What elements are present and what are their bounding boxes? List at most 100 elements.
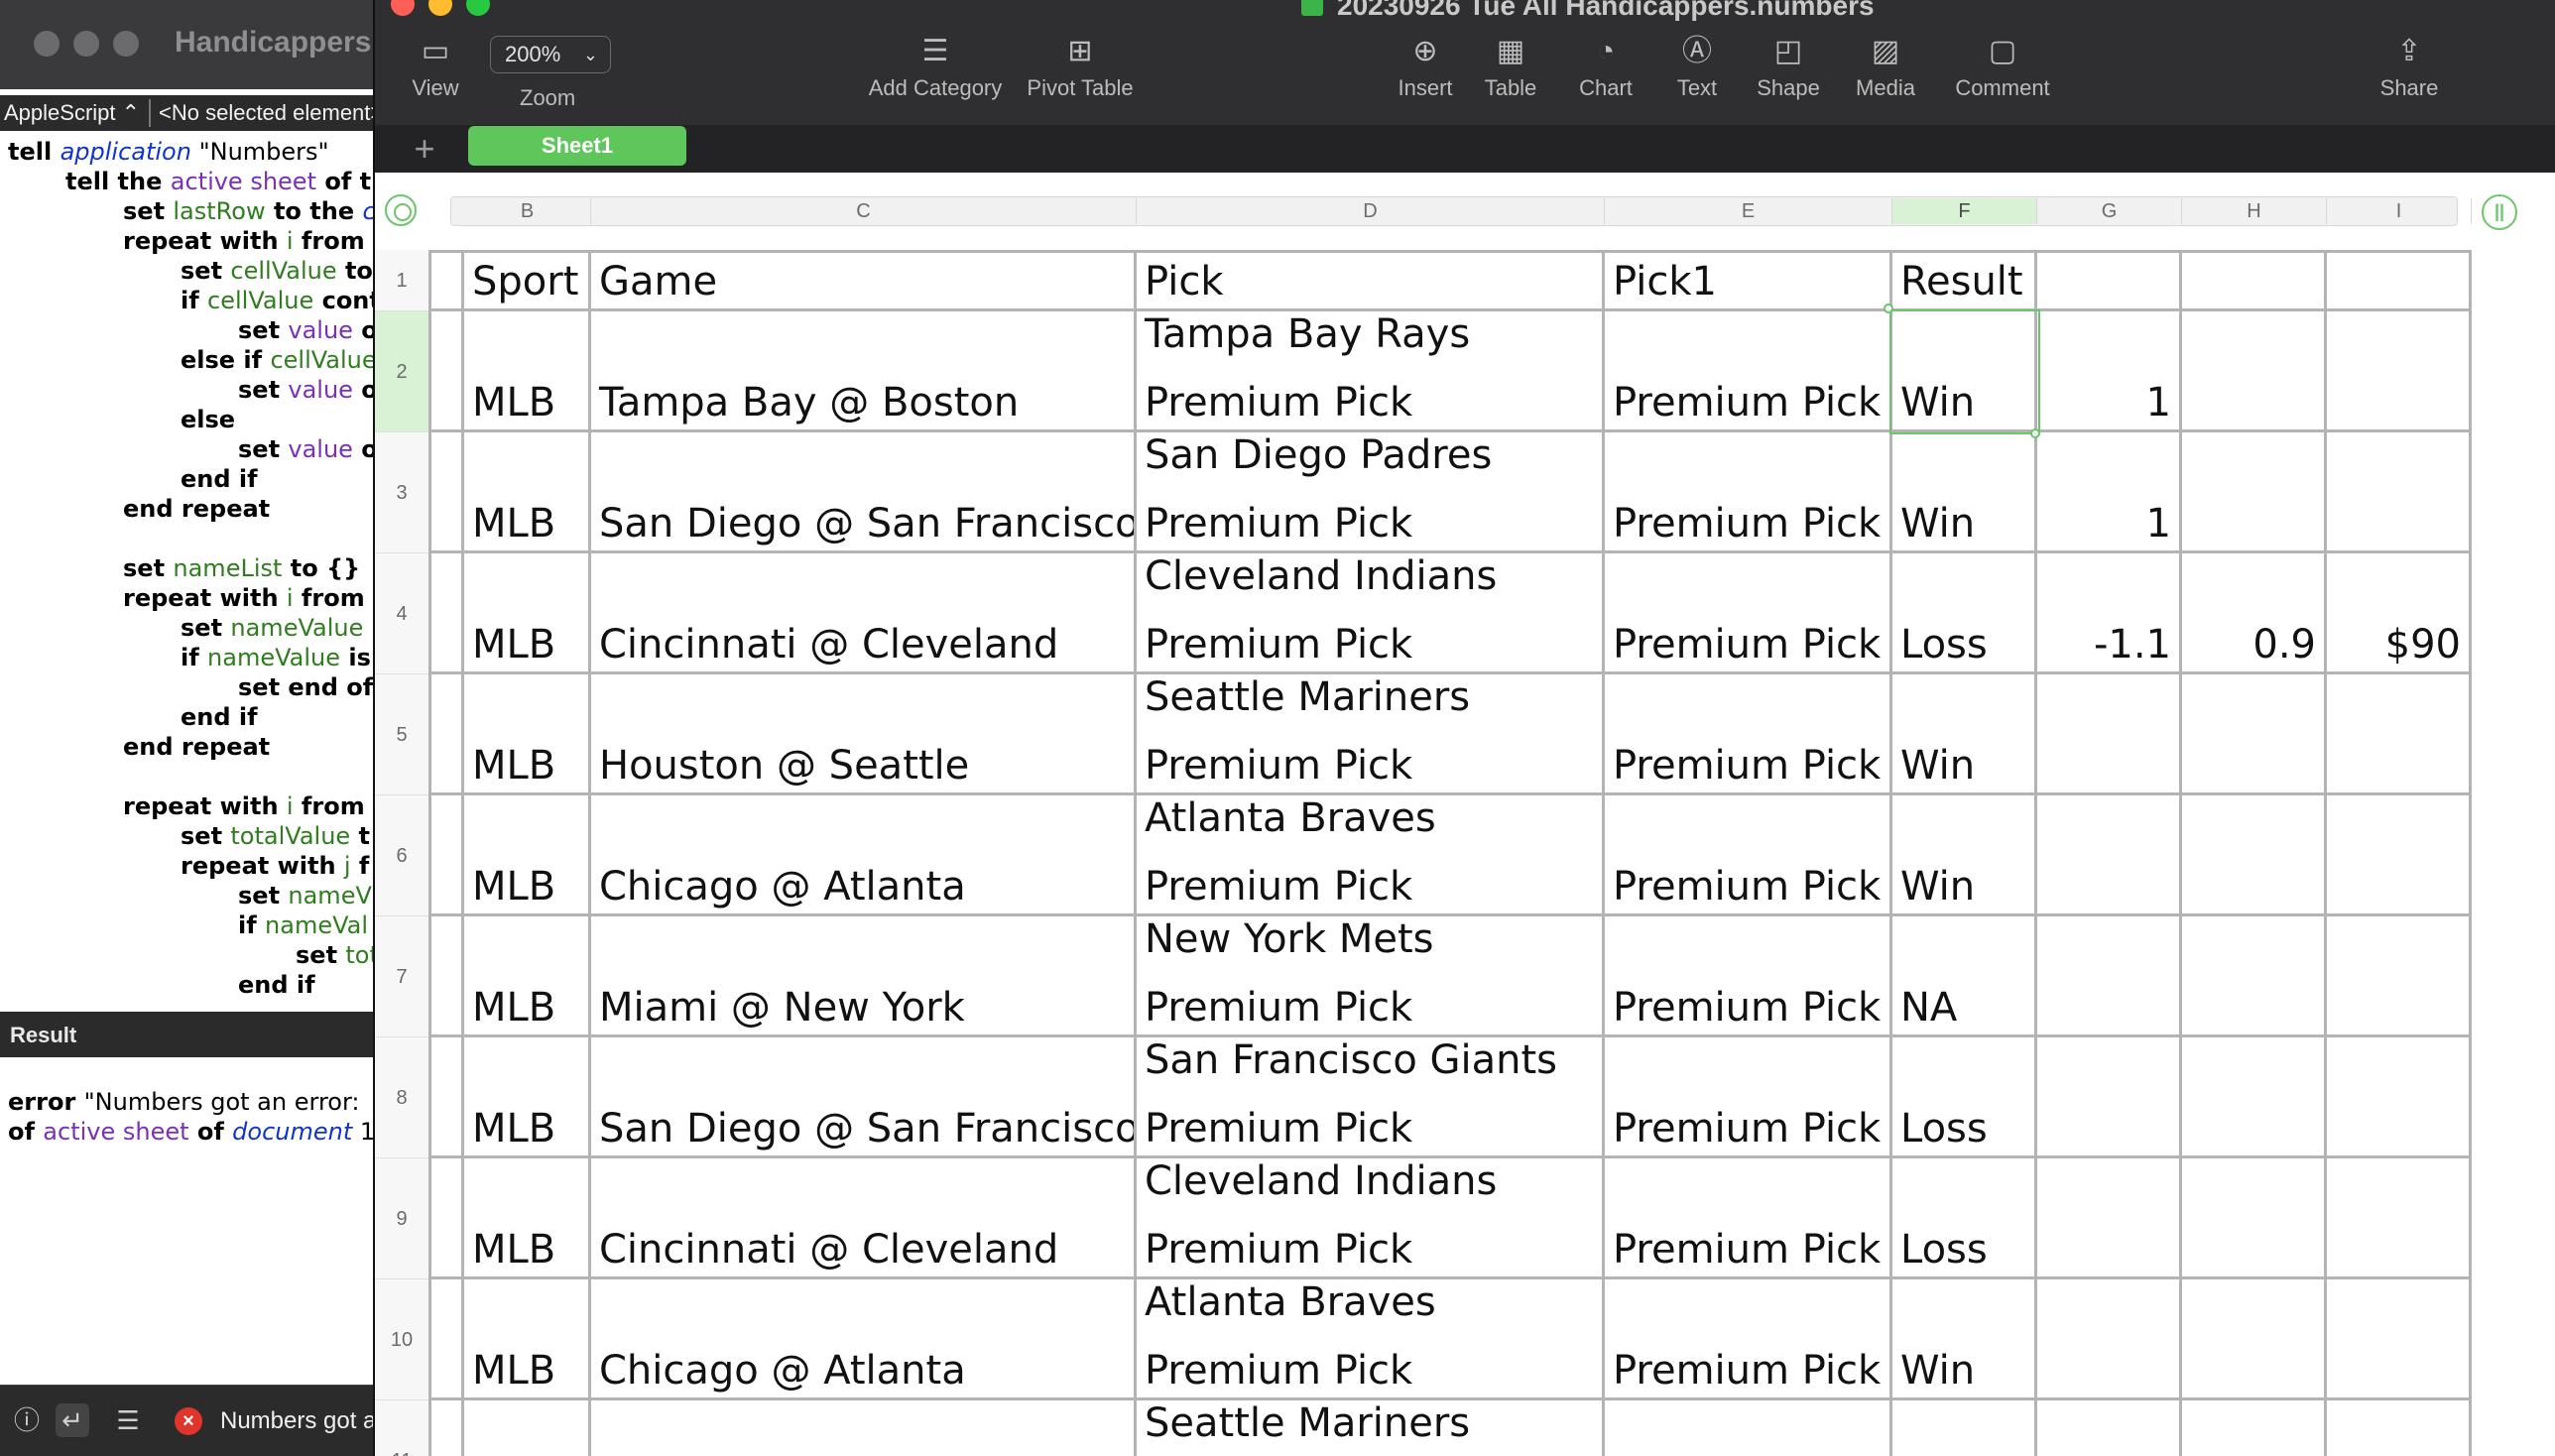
cell-sport-7[interactable]: MLB [464, 916, 591, 1037]
row-header-2[interactable]: 2 [375, 311, 428, 432]
cell-g-5[interactable] [2037, 674, 2182, 795]
add-category-button[interactable]: ☰ Add Category [861, 32, 1010, 111]
cell-game-4[interactable]: Cincinnati @ Cleveland [591, 553, 1137, 674]
cell-h-9[interactable] [2182, 1158, 2327, 1279]
cell-result-8[interactable]: Loss [1892, 1037, 2037, 1158]
row-header-11[interactable]: 11 [375, 1400, 428, 1456]
cell-pick-1[interactable]: Pick [1137, 250, 1605, 311]
row-header-4[interactable]: 4 [375, 553, 428, 674]
info-icon[interactable]: ⓘ [10, 1403, 44, 1437]
cell-game-1[interactable]: Game [591, 250, 1137, 311]
column-header-c[interactable]: C [591, 198, 1137, 224]
list-icon[interactable]: ☰ [111, 1403, 145, 1437]
cell-a-1[interactable] [428, 250, 464, 311]
cell-a-8[interactable] [428, 1037, 464, 1158]
row-header-10[interactable]: 10 [375, 1279, 428, 1400]
row-header-6[interactable]: 6 [375, 795, 428, 916]
cell-g-1[interactable] [2037, 250, 2182, 311]
cell-g-7[interactable] [2037, 916, 2182, 1037]
cell-pick-6[interactable]: Atlanta Braves Premium Pick [1137, 795, 1605, 916]
cell-sport-6[interactable]: MLB [464, 795, 591, 916]
element-selector[interactable]: <No selected element> [159, 100, 373, 126]
cell-g-11[interactable] [2037, 1400, 2182, 1456]
result-pane[interactable]: error "Numbers got an error: of active sh… [0, 1057, 373, 1385]
cell-sport-10[interactable]: MLB [464, 1279, 591, 1400]
zoom-window-button[interactable] [466, 0, 490, 16]
cell-result-10[interactable]: Win [1892, 1279, 2037, 1400]
cell-game-6[interactable]: Chicago @ Atlanta [591, 795, 1137, 916]
column-header-i[interactable]: I [2327, 198, 2472, 224]
cell-a-10[interactable] [428, 1279, 464, 1400]
row-header-9[interactable]: 9 [375, 1158, 428, 1279]
cell-pick1-2[interactable]: Premium Pick [1605, 311, 1892, 432]
cell-pick1-7[interactable]: Premium Pick [1605, 916, 1892, 1037]
cell-i-8[interactable] [2327, 1037, 2472, 1158]
cell-i-10[interactable] [2327, 1279, 2472, 1400]
minimize-window-button[interactable] [73, 31, 99, 57]
cell-pick-9[interactable]: Cleveland Indians Premium Pick [1137, 1158, 1605, 1279]
cell-game-11[interactable] [591, 1400, 1137, 1456]
cell-g-3[interactable]: 1 [2037, 432, 2182, 553]
cell-sport-11[interactable] [464, 1400, 591, 1456]
cell-i-5[interactable] [2327, 674, 2472, 795]
code-editor[interactable]: tell application "Numbers" tell the activ… [0, 137, 373, 1010]
column-header-h[interactable]: H [2182, 198, 2327, 224]
cell-pick1-3[interactable]: Premium Pick [1605, 432, 1892, 553]
column-header-b[interactable]: B [464, 198, 591, 224]
cell-i-2[interactable] [2327, 311, 2472, 432]
select-table-handle[interactable] [385, 194, 417, 226]
zoom-window-button[interactable] [113, 31, 139, 57]
column-header-f[interactable]: F [1892, 198, 2037, 224]
cell-g-4[interactable]: -1.1 [2037, 553, 2182, 674]
cell-pick-3[interactable]: San Diego Padres Premium Pick [1137, 432, 1605, 553]
cell-h-4[interactable]: 0.9 [2182, 553, 2327, 674]
return-icon[interactable]: ↵ [56, 1403, 89, 1437]
language-selector[interactable]: AppleScript ⌃ [4, 100, 140, 126]
row-header-3[interactable]: 3 [375, 432, 428, 553]
cell-result-6[interactable]: Win [1892, 795, 2037, 916]
cell-h-1[interactable] [2182, 250, 2327, 311]
cell-game-10[interactable]: Chicago @ Atlanta [591, 1279, 1137, 1400]
cell-h-7[interactable] [2182, 916, 2327, 1037]
shape-button[interactable]: ◰ Shape [1739, 32, 1838, 111]
pivot-table-button[interactable]: ⊞ Pivot Table [1016, 32, 1145, 111]
cell-result-11[interactable] [1892, 1400, 2037, 1456]
cell-sport-1[interactable]: Sport [464, 250, 591, 311]
cell-a-4[interactable] [428, 553, 464, 674]
column-resize-handle[interactable]: || [2482, 194, 2517, 230]
row-header-8[interactable]: 8 [375, 1037, 428, 1158]
view-button[interactable]: ▭ View [375, 32, 500, 111]
cell-a-6[interactable] [428, 795, 464, 916]
cell-pick-8[interactable]: San Francisco Giants Premium Pick [1137, 1037, 1605, 1158]
chart-button[interactable]: ◔ Chart [1556, 32, 1655, 111]
cell-i-4[interactable]: $90 [2327, 553, 2472, 674]
close-window-button[interactable] [34, 31, 60, 57]
cell-pick1-4[interactable]: Premium Pick [1605, 553, 1892, 674]
cell-h-10[interactable] [2182, 1279, 2327, 1400]
cell-g-10[interactable] [2037, 1279, 2182, 1400]
share-button[interactable]: ⇪ Share [2355, 32, 2464, 111]
cell-pick-11[interactable]: Seattle Mariners [1137, 1400, 1605, 1456]
row-header-7[interactable]: 7 [375, 916, 428, 1037]
text-button[interactable]: Ⓐ Text [1647, 32, 1747, 111]
cell-pick1-6[interactable]: Premium Pick [1605, 795, 1892, 916]
cell-sport-2[interactable]: MLB [464, 311, 591, 432]
comment-button[interactable]: ▢ Comment [1938, 32, 2067, 111]
selection-handle[interactable] [2030, 428, 2040, 438]
zoom-dropdown[interactable]: 200% ⌄ [490, 36, 611, 73]
cell-i-9[interactable] [2327, 1158, 2472, 1279]
cell-game-5[interactable]: Houston @ Seattle [591, 674, 1137, 795]
cell-pick1-9[interactable]: Premium Pick [1605, 1158, 1892, 1279]
cell-game-7[interactable]: Miami @ New York [591, 916, 1137, 1037]
cell-sport-3[interactable]: MLB [464, 432, 591, 553]
cell-game-9[interactable]: Cincinnati @ Cleveland [591, 1158, 1137, 1279]
cell-i-3[interactable] [2327, 432, 2472, 553]
row-header-1[interactable]: 1 [375, 250, 428, 311]
cell-g-6[interactable] [2037, 795, 2182, 916]
cell-game-3[interactable]: San Diego @ San Francisco [591, 432, 1137, 553]
column-header-g[interactable]: G [2037, 198, 2182, 224]
spreadsheet-table[interactable]: 1 Sport Game Pick Pick1 Result 2 MLB Tampa Bay @… [375, 250, 2555, 1456]
cell-pick1-10[interactable]: Premium Pick [1605, 1279, 1892, 1400]
column-header-e[interactable]: E [1605, 198, 1892, 224]
cell-h-8[interactable] [2182, 1037, 2327, 1158]
